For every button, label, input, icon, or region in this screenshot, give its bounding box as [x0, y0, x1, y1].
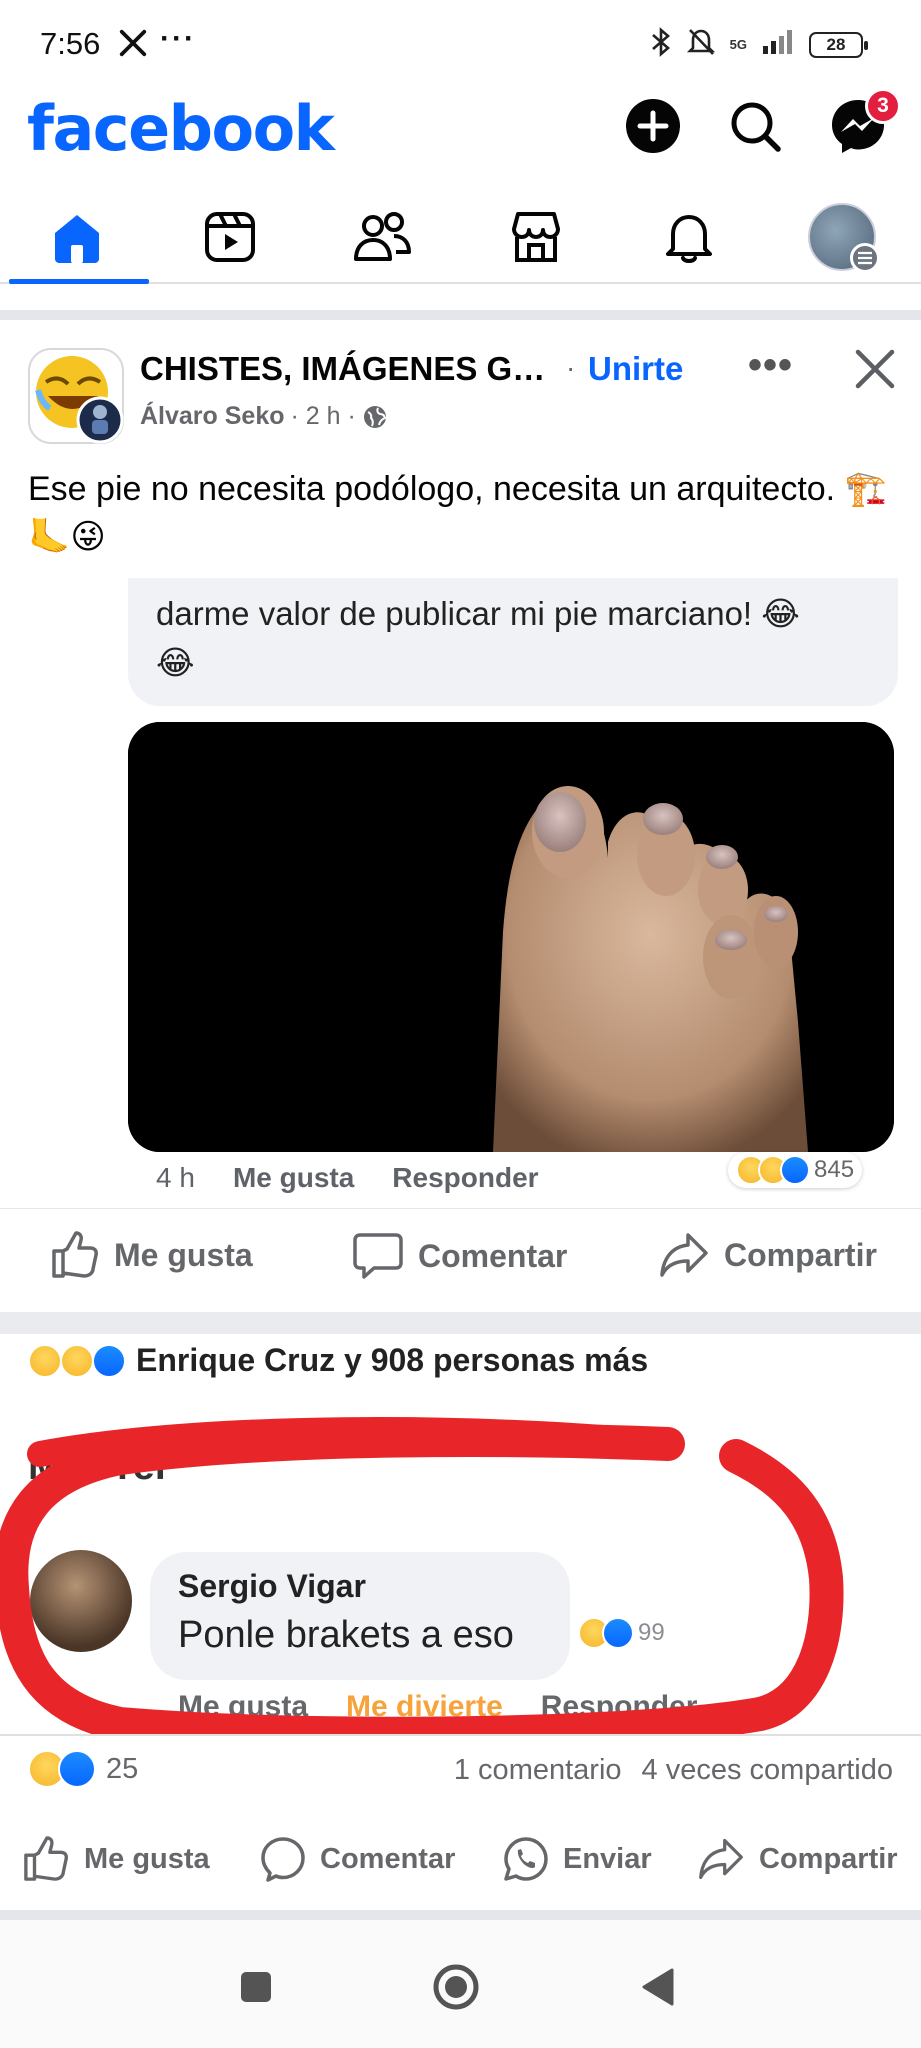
comment-button[interactable]: Comentar: [260, 1836, 455, 1882]
tab-video[interactable]: [155, 192, 305, 282]
main-tab-bar: [0, 192, 921, 284]
active-tab-indicator: [9, 279, 149, 284]
foot-photo: [128, 722, 894, 1152]
recents-icon: [241, 1972, 271, 2002]
comment-label: Comentar: [320, 1842, 456, 1875]
embed-comment-actions: 4 h Me gusta Responder: [156, 1162, 539, 1193]
plus-icon: [626, 99, 680, 153]
embed-comment-action: Comentar: [352, 1231, 567, 1281]
messenger-badge: 3: [865, 88, 901, 124]
battery-icon: 28: [809, 31, 868, 58]
search-icon: [731, 102, 781, 152]
send-label: Enviar: [563, 1842, 652, 1875]
send-button[interactable]: Enviar: [503, 1836, 652, 1882]
embed-like-action: Me gusta: [50, 1231, 253, 1279]
comment-count[interactable]: 1 comentario: [454, 1754, 622, 1787]
post-text: Ese pie no necesita podólogo, necesita u…: [28, 470, 887, 556]
like-label: Me gusta: [84, 1842, 210, 1875]
system-navigation-bar: [0, 1920, 921, 2048]
join-group-button[interactable]: Unirte: [588, 350, 683, 388]
x-app-icon: [118, 28, 148, 63]
embed-section-heading: Más rel: [28, 1444, 166, 1488]
wow-icon: [60, 1343, 94, 1378]
share-count[interactable]: 4 veces compartido: [642, 1754, 893, 1787]
hide-post-button[interactable]: [852, 346, 898, 392]
like-reaction-icon: [780, 1155, 810, 1185]
like-reaction-icon: [92, 1343, 126, 1378]
reaction-count: 25: [106, 1752, 139, 1785]
footer-divider: [0, 1734, 921, 1736]
bell-muted-icon: [686, 26, 716, 63]
embed-reactors: Enrique Cruz y 908 personas más: [28, 1342, 648, 1379]
group-avatar[interactable]: [28, 348, 124, 444]
home-icon: [55, 215, 99, 263]
bottom-separator: [0, 1910, 921, 1920]
embed-action-bar: Me gusta Comentar Compartir: [0, 1208, 921, 1288]
thumbs-up-icon: [52, 1231, 98, 1278]
marketplace-icon: [512, 212, 560, 262]
tab-notifications[interactable]: [614, 192, 764, 282]
commenter-actions: Me gusta Me divierte Responder: [178, 1690, 698, 1723]
comment-icon: [353, 1233, 403, 1279]
globe-icon: [363, 405, 386, 428]
status-icons: 5G 28: [650, 26, 868, 63]
commenter-name: Sergio Vigar: [178, 1568, 366, 1604]
post-author[interactable]: Álvaro Seko: [140, 402, 285, 431]
like-button[interactable]: Me gusta: [22, 1836, 210, 1882]
bluetooth-icon: [650, 26, 672, 63]
share-icon: [660, 1233, 708, 1277]
back-icon: [642, 1968, 674, 2006]
profile-avatar: [808, 203, 880, 273]
group-name[interactable]: CHISTES, IMÁGENES G…: [140, 350, 545, 388]
post-meta: Álvaro Seko · 2 h ·: [140, 402, 388, 431]
commenter-avatar: [30, 1550, 132, 1652]
embed-comment-reactions: 845: [728, 1152, 863, 1188]
status-more-icon: ···: [160, 22, 196, 55]
tab-marketplace[interactable]: [461, 192, 611, 282]
embed-comment-text: darme valor de publicar mi pie marciano!…: [156, 595, 800, 681]
status-time: 7:56: [40, 26, 101, 61]
like-reaction-icon: [58, 1750, 96, 1788]
tab-home[interactable]: [2, 192, 152, 284]
create-button[interactable]: [625, 98, 681, 154]
status-bar: 7:56 ··· 5G 28: [0, 0, 921, 90]
thumbs-up-icon: [24, 1836, 68, 1881]
friends-icon: [354, 212, 411, 261]
facebook-logo[interactable]: facebook: [27, 92, 335, 165]
recents-button[interactable]: [229, 1960, 283, 2014]
tab-friends[interactable]: [308, 192, 458, 282]
haha-icon: [28, 1343, 62, 1378]
embed-gap: [0, 1312, 921, 1334]
post-options-button[interactable]: •••: [748, 343, 793, 388]
menu-icon: [850, 243, 880, 273]
share-label: Compartir: [759, 1842, 898, 1875]
tab-menu[interactable]: [767, 192, 917, 282]
post-action-bar: Me gusta Comentar Enviar Compartir: [0, 1822, 921, 1904]
post-reaction-summary[interactable]: 25: [28, 1750, 138, 1788]
back-button[interactable]: [631, 1960, 685, 2014]
share-icon: [699, 1838, 743, 1880]
post-time: · 2 h ·: [290, 402, 356, 430]
signal-icon: [761, 28, 795, 61]
comment-icon: [261, 1837, 305, 1882]
commenter-text: Ponle brakets a eso: [178, 1614, 514, 1656]
commenter-reactions: 99: [570, 1614, 673, 1652]
embed-share-action: Compartir: [658, 1231, 877, 1279]
home-system-button[interactable]: [429, 1960, 483, 2014]
network-type: 5G: [729, 36, 747, 52]
bell-icon: [666, 215, 712, 263]
video-icon: [205, 212, 255, 262]
post-image[interactable]: darme valor de publicar mi pie marciano!…: [0, 578, 921, 1734]
share-button[interactable]: Compartir: [697, 1836, 898, 1882]
feed-separator: [0, 310, 921, 320]
search-button[interactable]: [727, 98, 783, 154]
separator-dot: ·: [566, 352, 576, 383]
post-stats: 1 comentario 4 veces compartido: [454, 1754, 893, 1787]
like-reaction-icon: [602, 1617, 634, 1649]
close-icon: [855, 349, 895, 389]
whatsapp-icon: [504, 1837, 548, 1881]
home-circle-icon: [433, 1964, 479, 2010]
